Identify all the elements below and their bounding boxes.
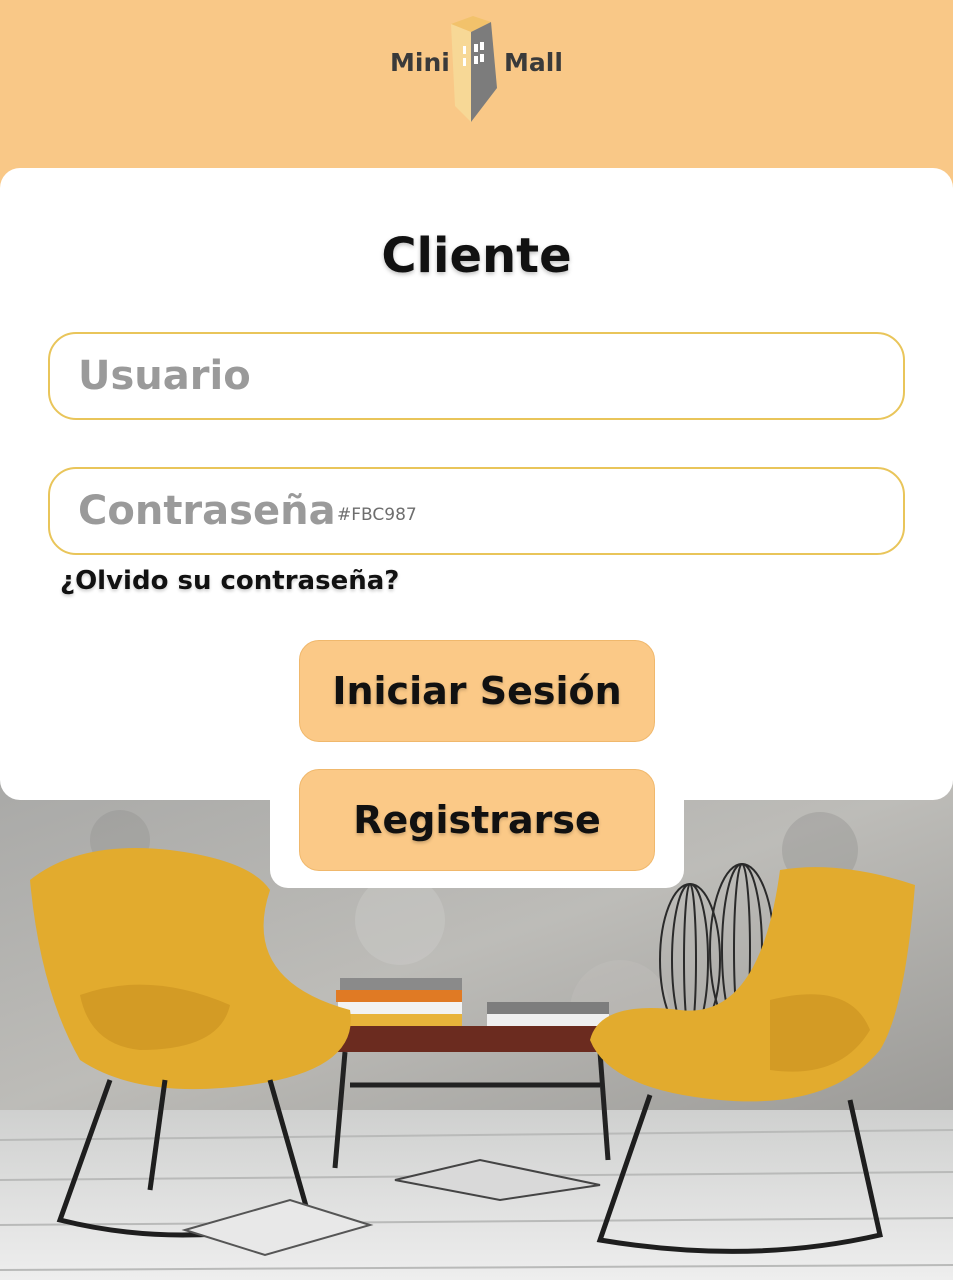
logo-word-right: Mall: [504, 48, 563, 77]
username-field[interactable]: [48, 332, 905, 420]
register-button[interactable]: Registrarse: [299, 769, 655, 871]
page-title: Cliente: [381, 228, 572, 284]
minimall-logo: Mini Mall: [386, 14, 566, 126]
password-field[interactable]: [48, 467, 905, 555]
color-note: #FBC987: [337, 505, 417, 525]
forgot-password-link[interactable]: ¿Olvido su contraseña?: [60, 566, 399, 596]
login-button[interactable]: Iniciar Sesión: [299, 640, 655, 742]
building-icon: [451, 16, 497, 122]
